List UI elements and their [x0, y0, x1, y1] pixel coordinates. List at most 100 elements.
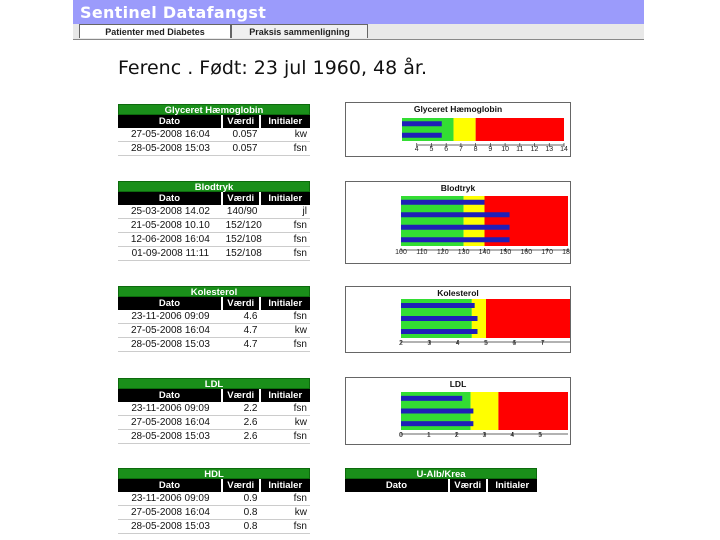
table-cell: jl	[302, 206, 307, 217]
zone-band	[486, 299, 570, 338]
column-header: Initialer	[260, 297, 310, 310]
tick-label: 170	[541, 249, 553, 256]
graph-panel: Glyceret Hæmoglobin 4 5 6 7 8 9 10 11 12 13 14	[345, 102, 571, 157]
column-header: Dato	[118, 192, 223, 205]
value-bar	[401, 408, 474, 414]
column-header: Dato	[345, 479, 450, 492]
value-bar	[401, 421, 474, 427]
table-row: 28-05-2008 15:03 0.057 fsn	[118, 142, 310, 156]
tick-label: 11	[516, 146, 523, 153]
table-cell: 01-09-2008 11:11	[131, 248, 210, 259]
column-header: Værdi	[222, 115, 261, 128]
table-cell: 2.6	[243, 431, 258, 442]
table-cell: 152/120	[225, 220, 262, 231]
tick-label: 3	[483, 432, 487, 439]
table-row: 28-05-2008 15:03 2.6 fsn	[118, 430, 310, 444]
column-header: Dato	[118, 479, 223, 492]
value-bar	[402, 121, 442, 127]
column-header: Initialer	[260, 479, 310, 492]
graph-svg: 4 5 6 7 8 9 10 11 12 13 14	[402, 118, 568, 153]
table-cell: 23-11-2006 09:09	[131, 493, 210, 504]
table-cell: 23-11-2006 09:09	[131, 311, 210, 322]
table-cell: 4.7	[243, 325, 258, 336]
table-chol: Kolesterol Dato Værdi Initialer 23-11-2006 0…	[118, 286, 310, 352]
table-row: 27-05-2008 16:04 0.057 kw	[118, 128, 310, 142]
tick-label: 3	[427, 340, 431, 347]
table-cell: fsn	[293, 403, 307, 414]
table-cell: kw	[294, 417, 307, 428]
table-cell: 23-11-2006 09:09	[131, 403, 210, 414]
table-cell: 0.057	[232, 129, 258, 140]
tick-label: 100	[395, 249, 407, 256]
tick-label: 5	[430, 146, 434, 153]
column-header: Dato	[118, 115, 223, 128]
table-header: Dato Værdi Initialer	[118, 479, 310, 492]
graph-svg: 0 1 2 3 4 5	[399, 392, 568, 439]
zone-band	[470, 392, 499, 430]
table-cell: 152/108	[225, 248, 262, 259]
table-cell: 28-05-2008 15:03	[130, 431, 210, 442]
table-ualb: U-Alb/Krea Dato Værdi Initialer	[345, 468, 537, 492]
table-cell: 21-05-2008 10.10	[130, 220, 210, 231]
column-header: Værdi	[222, 297, 261, 310]
table-header: Dato Værdi Initialer	[118, 297, 310, 310]
column-header: Værdi	[222, 192, 261, 205]
table-cell: 0.057	[232, 143, 258, 154]
table-cell: 0.9	[243, 493, 258, 504]
tab-bar: Patienter med Diabetes Praksis sammenlig…	[73, 24, 644, 40]
tick-label: 4	[456, 340, 460, 347]
tick-label: 160	[520, 249, 532, 256]
tick-label: 4	[415, 146, 419, 153]
tick-label: 2	[455, 432, 459, 439]
value-bar	[401, 237, 510, 243]
table-cell: 4.6	[243, 311, 258, 322]
table-cell: 28-05-2008 15:03	[130, 143, 210, 154]
table-row: 23-11-2006 09:09 4.6 fsn	[118, 310, 310, 324]
value-bar	[401, 395, 463, 401]
table-title: HDL	[118, 468, 310, 480]
table-cell: fsn	[293, 248, 307, 259]
value-bar	[401, 199, 485, 205]
table-row: 01-09-2008 11:11 152/108 fsn	[118, 247, 310, 261]
tick-label: 120	[437, 249, 449, 256]
patient-heading: Ferenc . Født: 23 jul 1960, 48 år.	[118, 57, 428, 79]
value-bar	[401, 212, 510, 218]
table-title: U-Alb/Krea	[345, 468, 537, 480]
column-header: Dato	[118, 389, 223, 402]
tick-label: 5	[484, 340, 488, 347]
column-header: Initialer	[260, 192, 310, 205]
value-bar	[402, 132, 442, 138]
column-header: Værdi	[222, 389, 261, 402]
table-title: Glyceret Hæmoglobin	[118, 104, 310, 116]
table-cell: fsn	[293, 311, 307, 322]
tick-label: 130	[458, 249, 470, 256]
table-header: Dato Værdi Initialer	[118, 192, 310, 205]
table-hdl: HDL Dato Værdi Initialer 23-11-2006 09:09 0.9…	[118, 468, 310, 534]
value-bar	[401, 224, 510, 230]
table-title: Kolesterol	[118, 286, 310, 298]
table-ldl: LDL Dato Værdi Initialer 23-11-2006 09:09 2.2…	[118, 378, 310, 444]
table-cell: 27-05-2008 16:04	[130, 507, 210, 518]
table-title: LDL	[118, 378, 310, 390]
table-header: Dato Værdi Initialer	[118, 115, 310, 128]
tick-label: 10	[501, 146, 509, 153]
table-cell: fsn	[293, 521, 307, 532]
table-cell: fsn	[293, 493, 307, 504]
table-row: 12-06-2008 16:04 152/108 fsn	[118, 233, 310, 247]
table-cell: kw	[294, 129, 307, 140]
table-row: 23-11-2006 09:09 2.2 fsn	[118, 402, 310, 416]
zone-band	[453, 118, 476, 141]
table-row: 23-11-2006 09:09 0.9 fsn	[118, 492, 310, 506]
column-header: Dato	[118, 297, 223, 310]
tick-label: 12	[531, 146, 539, 153]
table-row: 25-03-2008 14.02 140/90 jl	[118, 205, 310, 219]
table-cell: 0.8	[243, 507, 258, 518]
value-bar	[401, 329, 478, 334]
table-header: Dato Værdi Initialer	[345, 479, 537, 492]
table-cell: fsn	[293, 234, 307, 245]
tick-label: 14	[560, 146, 568, 153]
table-cell: fsn	[293, 143, 307, 154]
tab-praksis-sammenligning[interactable]: Praksis sammenligning	[231, 24, 368, 38]
tab-patienter-med-diabetes[interactable]: Patienter med Diabetes	[79, 24, 231, 38]
app-title: Sentinel Datafangst	[80, 3, 267, 22]
